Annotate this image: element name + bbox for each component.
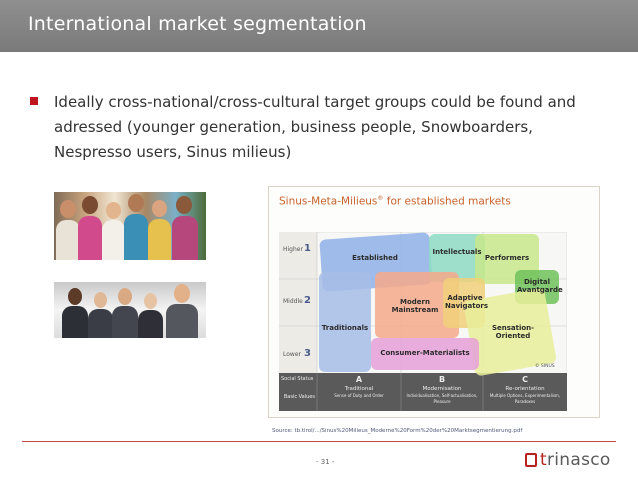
adaptive-navigators-label: Adaptive Navigators [445, 294, 489, 310]
row-label-higher: Higher [283, 246, 303, 253]
source-citation: Source: tb.tirol/.../Sinus%20Milieus_Mod… [272, 428, 523, 434]
performers-label: Performers [484, 254, 530, 262]
row-label-middle: Middle [283, 298, 303, 305]
basic-values-label: Basic Values [283, 394, 315, 400]
column-b-letter: B [438, 375, 446, 384]
slide-title-bar: International market segmentation [0, 0, 638, 52]
young-people-photo [54, 192, 206, 260]
trinasco-logo: trinasco [525, 450, 611, 470]
column-a-name: Traditional [344, 386, 374, 392]
column-b-desc: Individualisation, Self-actualisation, P… [406, 393, 478, 404]
column-a-letter: A [355, 375, 363, 384]
sinus-watermark: © SINUS [535, 364, 555, 369]
business-people-photo [54, 282, 206, 338]
row-num-2: 2 [304, 295, 311, 306]
digital-avantgarde-label: Digital Avantgarde [517, 278, 563, 294]
social-status-label: Social Status [281, 376, 314, 382]
row-label-lower: Lower [283, 351, 301, 358]
column-c-letter: C [522, 375, 528, 384]
trinasco-logo-icon [525, 453, 537, 467]
sensation-oriented-label: Sensation-Oriented [491, 324, 535, 340]
column-a-desc: Sense of Duty and Order [334, 393, 384, 398]
slide-title: International market segmentation [28, 13, 367, 35]
column-b-name: Modernisation [422, 386, 462, 392]
row-num-3: 3 [304, 348, 311, 359]
bullet-text: Ideally cross-national/cross-cultural ta… [54, 93, 576, 161]
bullet-item: Ideally cross-national/cross-cultural ta… [30, 90, 590, 165]
trinasco-logo-text: trinasco [540, 450, 611, 470]
milieu-grid: Higher 1 Middle 2 Lower 3 Established In… [279, 232, 567, 411]
sinus-milieus-figure: Sinus-Meta-Milieus® for established mark… [268, 186, 600, 418]
traditionals-milieu [319, 272, 371, 372]
figure-title: Sinus-Meta-Milieus® for established mark… [279, 195, 511, 208]
column-c-desc: Multiple Options, Experimentalism, Parad… [489, 393, 561, 404]
bullet-square-icon [30, 97, 38, 105]
consumer-materialists-label: Consumer-Materialists [380, 349, 470, 357]
page-number: - 31 - [316, 458, 335, 466]
footer-divider [22, 441, 616, 442]
column-c-name: Re-orientation [505, 386, 545, 392]
traditionals-label: Traditionals [321, 324, 369, 332]
modern-mainstream-label: Modern Mainstream [391, 298, 439, 314]
row-num-1: 1 [304, 243, 311, 254]
established-label: Established [352, 254, 398, 262]
